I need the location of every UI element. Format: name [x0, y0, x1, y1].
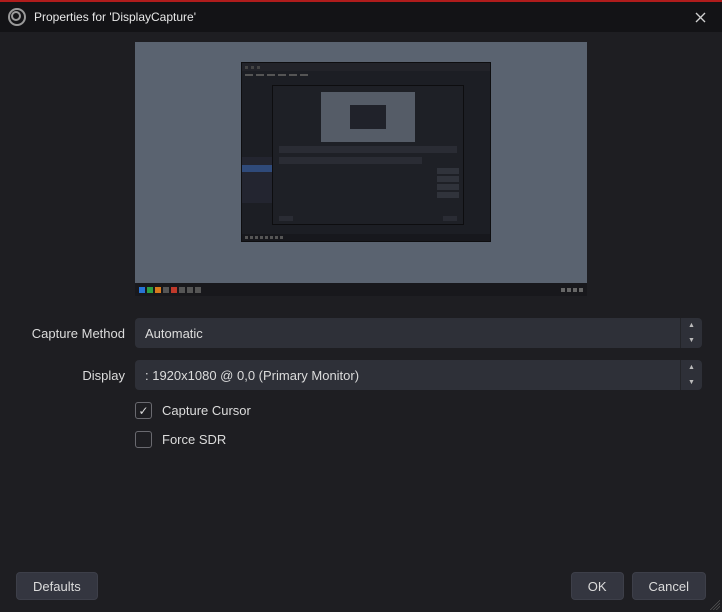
app-icon [8, 8, 26, 26]
capture-cursor-row: Capture Cursor [135, 402, 702, 419]
defaults-button[interactable]: Defaults [16, 572, 98, 600]
titlebar: Properties for 'DisplayCapture' [0, 2, 722, 32]
preview-area [20, 42, 702, 296]
preview-inner-window [241, 62, 491, 242]
close-icon [695, 12, 706, 23]
force-sdr-label[interactable]: Force SDR [162, 432, 226, 447]
capture-cursor-label[interactable]: Capture Cursor [162, 403, 251, 418]
capture-method-row: Capture Method Automatic ▲▼ [20, 318, 702, 348]
ok-button[interactable]: OK [571, 572, 624, 600]
cancel-button[interactable]: Cancel [632, 572, 706, 600]
display-preview [135, 42, 587, 296]
preview-taskbar [135, 283, 587, 296]
select-spinner-icon: ▲▼ [680, 318, 702, 348]
display-value: : 1920x1080 @ 0,0 (Primary Monitor) [145, 368, 359, 383]
close-button[interactable] [686, 3, 714, 31]
display-label: Display [20, 368, 125, 383]
capture-method-label: Capture Method [20, 326, 125, 341]
display-select[interactable]: : 1920x1080 @ 0,0 (Primary Monitor) ▲▼ [135, 360, 702, 390]
resize-grip[interactable] [710, 600, 720, 610]
content: Capture Method Automatic ▲▼ Display : 19… [0, 32, 722, 448]
force-sdr-row: Force SDR [135, 431, 702, 448]
display-row: Display : 1920x1080 @ 0,0 (Primary Monit… [20, 360, 702, 390]
capture-method-select[interactable]: Automatic ▲▼ [135, 318, 702, 348]
select-spinner-icon: ▲▼ [680, 360, 702, 390]
dialog-footer: Defaults OK Cancel [0, 560, 722, 612]
window-title: Properties for 'DisplayCapture' [34, 10, 686, 24]
capture-cursor-checkbox[interactable] [135, 402, 152, 419]
force-sdr-checkbox[interactable] [135, 431, 152, 448]
capture-method-value: Automatic [145, 326, 203, 341]
preview-nested-dialog [272, 85, 464, 225]
